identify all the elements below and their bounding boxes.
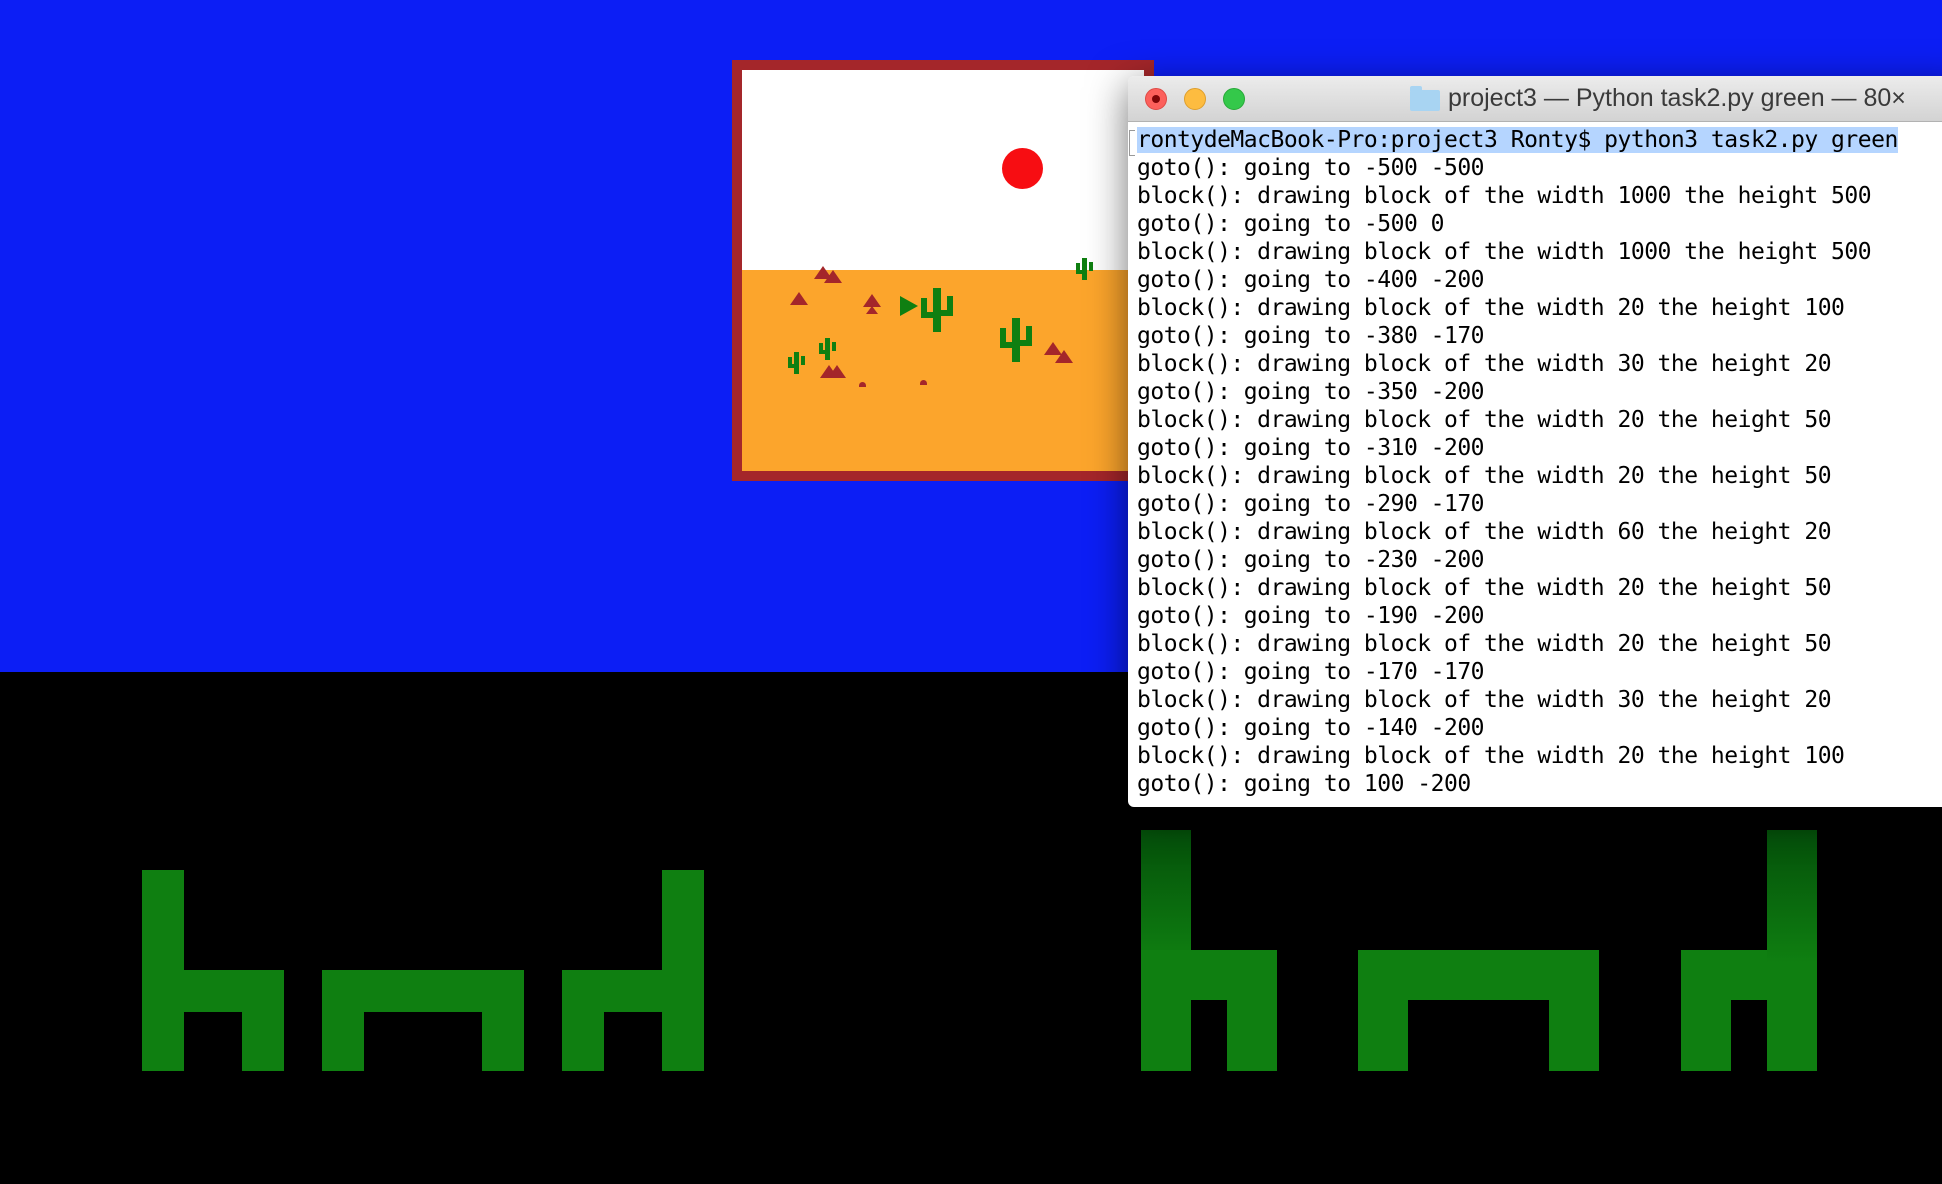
block-leg (1549, 984, 1599, 1071)
output-line: block(): drawing block of the width 20 t… (1137, 295, 1845, 321)
minimize-button[interactable] (1184, 88, 1206, 110)
output-line: block(): drawing block of the width 20 t… (1137, 575, 1832, 601)
output-line: goto(): going to 100 -200 (1137, 771, 1471, 797)
preview-canvas (742, 70, 1144, 471)
output-line: goto(): going to -400 -200 (1137, 267, 1485, 293)
output-line: goto(): going to -170 -170 (1137, 659, 1485, 685)
output-line: goto(): going to -500 0 (1137, 211, 1445, 237)
turtle-preview-window[interactable] (732, 60, 1154, 481)
block-post (662, 870, 704, 1071)
output-lines: goto(): going to -500 -500 block(): drawi… (1128, 154, 1942, 798)
output-line: goto(): going to -310 -200 (1137, 435, 1485, 461)
cactus (786, 352, 806, 374)
block-leg (242, 970, 284, 1071)
block-leg (482, 970, 524, 1071)
rock (1055, 350, 1073, 363)
output-line: block(): drawing block of the width 20 t… (1137, 463, 1832, 489)
pebble (920, 380, 927, 385)
output-line: block(): drawing block of the width 30 t… (1137, 687, 1832, 713)
command-line: rontydeMacBook-Pro:project3 Ronty$ pytho… (1128, 126, 1942, 154)
selection-bracket (1129, 130, 1135, 156)
cactus (1074, 258, 1094, 280)
window-title: project3 — Python task2.py green — 80× (1448, 84, 1906, 112)
terminal-output[interactable]: rontydeMacBook-Pro:project3 Ronty$ pytho… (1128, 122, 1942, 798)
rock-arrow (900, 296, 918, 316)
rock (828, 365, 846, 378)
rock (824, 270, 842, 283)
terminal-titlebar[interactable]: project3 — Python task2.py green — 80× (1128, 76, 1942, 122)
output-line: goto(): going to -290 -170 (1137, 491, 1485, 517)
sun (1002, 148, 1043, 189)
cactus (996, 318, 1036, 362)
maximize-button[interactable] (1223, 88, 1245, 110)
close-button[interactable] (1145, 88, 1167, 110)
output-line: goto(): going to -500 -500 (1137, 155, 1485, 181)
output-line: goto(): going to -350 -200 (1137, 379, 1485, 405)
block-leg (1227, 950, 1277, 1071)
folder-icon (1410, 86, 1440, 111)
output-line: goto(): going to -380 -170 (1137, 323, 1485, 349)
close-icon (1152, 95, 1160, 103)
output-line: block(): drawing block of the width 60 t… (1137, 519, 1832, 545)
output-line: block(): drawing block of the width 30 t… (1137, 351, 1832, 377)
output-line: goto(): going to -230 -200 (1137, 547, 1485, 573)
command-text: rontydeMacBook-Pro:project3 Ronty$ pytho… (1137, 127, 1898, 153)
output-line: goto(): going to -140 -200 (1137, 715, 1485, 741)
output-line: block(): drawing block of the width 20 t… (1137, 743, 1845, 769)
rock (790, 292, 808, 305)
output-line: block(): drawing block of the width 1000… (1137, 239, 1872, 265)
terminal-window[interactable]: project3 — Python task2.py green — 80× r… (1128, 76, 1942, 807)
cactus (817, 338, 837, 360)
preview-sky (742, 70, 1144, 270)
block-post (1767, 830, 1817, 1071)
pebble (859, 382, 866, 387)
rock (866, 306, 878, 314)
output-line: block(): drawing block of the width 20 t… (1137, 407, 1832, 433)
output-line: goto(): going to -190 -200 (1137, 603, 1485, 629)
output-line: block(): drawing block of the width 20 t… (1137, 631, 1832, 657)
cactus (917, 288, 957, 332)
output-line: block(): drawing block of the width 1000… (1137, 183, 1872, 209)
